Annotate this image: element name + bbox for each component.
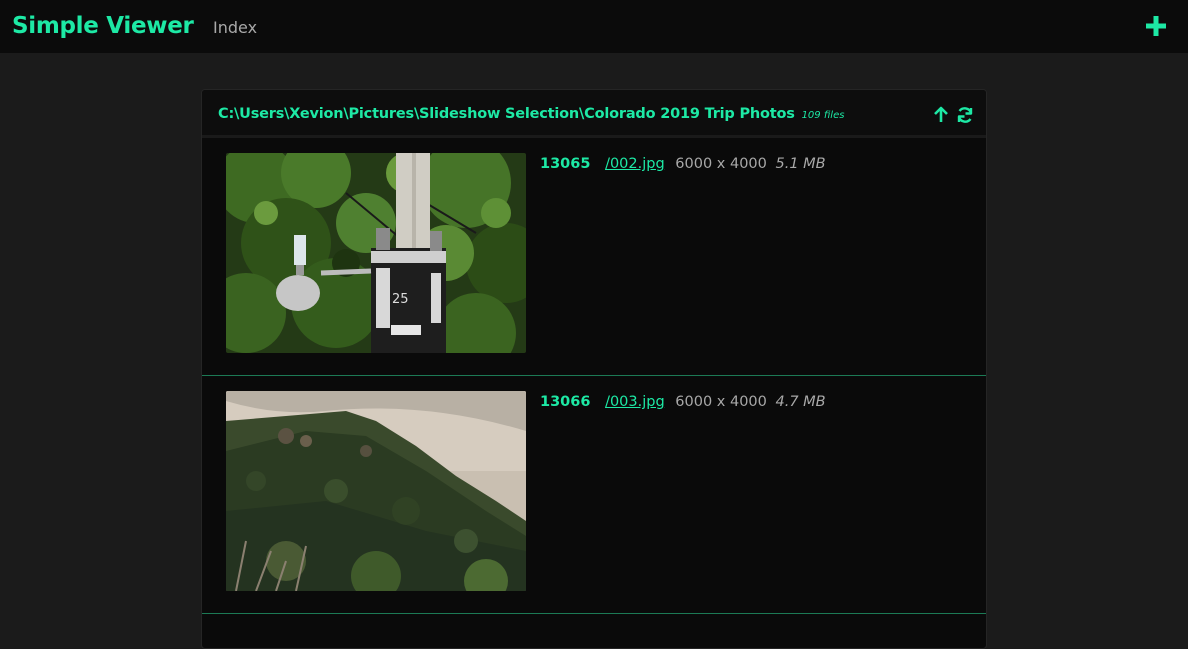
file-meta: 13065 /002.jpg 6000 x 4000 5.1 MB (540, 156, 826, 172)
file-row: 25 13065 /002.jpg 6000 x 4000 5.1 MB (202, 138, 986, 376)
file-meta: 13066 /003.jpg 6000 x 4000 4.7 MB (540, 394, 826, 410)
plus-icon[interactable] (1144, 14, 1168, 38)
file-link[interactable]: /002.jpg (605, 156, 665, 172)
folder-path-text: C:\Users\Xevion\Pictures\Slideshow Selec… (218, 106, 795, 122)
thumbnail-image[interactable]: 25 (226, 153, 526, 353)
refresh-icon[interactable] (956, 106, 974, 124)
thumbnail-image[interactable] (226, 391, 526, 591)
nav-index-link[interactable]: Index (213, 18, 257, 37)
file-dimensions: 6000 x 4000 (675, 156, 767, 172)
folder-header: C:\Users\Xevion\Pictures\Slideshow Selec… (202, 90, 986, 138)
file-dimensions: 6000 x 4000 (675, 394, 767, 410)
navbar: Simple Viewer Index (0, 0, 1188, 53)
brand-link[interactable]: Simple Viewer (12, 13, 194, 39)
folder-panel: C:\Users\Xevion\Pictures\Slideshow Selec… (201, 89, 987, 649)
file-id: 13066 (540, 394, 591, 410)
file-size: 5.1 MB (775, 156, 826, 172)
file-row: 13066 /003.jpg 6000 x 4000 4.7 MB (202, 376, 986, 614)
file-id: 13065 (540, 156, 591, 172)
folder-path: C:\Users\Xevion\Pictures\Slideshow Selec… (218, 106, 844, 122)
svg-text:25: 25 (392, 292, 409, 307)
file-size: 4.7 MB (775, 394, 826, 410)
file-link[interactable]: /003.jpg (605, 394, 665, 410)
file-count: 109 files (801, 110, 845, 121)
arrow-up-icon[interactable] (932, 106, 950, 124)
